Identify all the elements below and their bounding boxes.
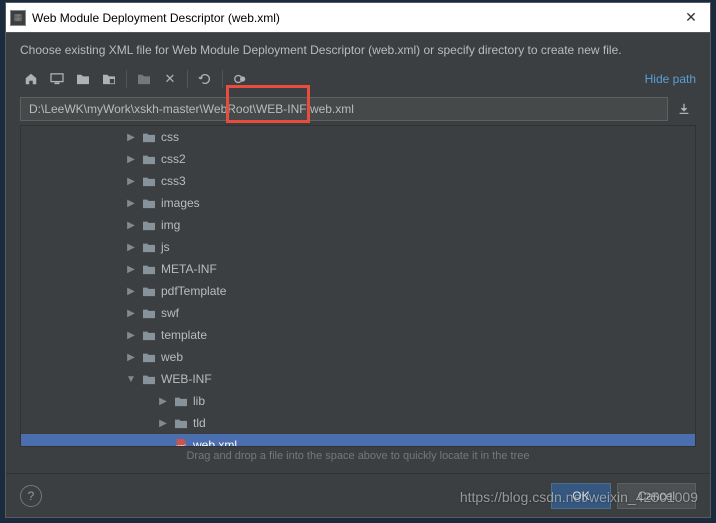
tree-item-label: tld xyxy=(193,416,206,430)
instruction-text: Choose existing XML file for Web Module … xyxy=(20,43,696,57)
tree-item-label: swf xyxy=(161,306,179,320)
path-input[interactable] xyxy=(20,97,668,121)
tree-item-label: img xyxy=(161,218,180,232)
tree-item-label: web.xml xyxy=(193,438,237,447)
save-path-icon[interactable] xyxy=(672,97,696,121)
expand-icon[interactable]: ▶ xyxy=(125,198,137,209)
tree-item[interactable]: xml web.xml xyxy=(21,434,695,447)
tree-item[interactable]: ▶ pdfTemplate xyxy=(21,280,695,302)
window-title: Web Module Deployment Descriptor (web.xm… xyxy=(32,11,676,25)
expand-icon[interactable]: ▶ xyxy=(125,242,137,253)
tree-item-label: css3 xyxy=(161,174,186,188)
file-tree[interactable]: ▶ css ▶ css2 ▶ css3 ▶ images ▶ img ▶ js ▶ META-INF ▶ pd… xyxy=(20,125,696,447)
tree-item-label: pdfTemplate xyxy=(161,284,226,298)
separator xyxy=(222,70,223,88)
tree-item-label: css xyxy=(161,130,179,144)
separator xyxy=(126,70,127,88)
folder-icon xyxy=(141,218,157,232)
show-hidden-icon[interactable] xyxy=(229,68,251,90)
drag-drop-hint: Drag and drop a file into the space abov… xyxy=(20,447,696,465)
footer: ? OK Cancel xyxy=(6,473,710,517)
home-icon[interactable] xyxy=(20,68,42,90)
tree-item[interactable]: ▶ img xyxy=(21,214,695,236)
tree-item[interactable]: ▶ template xyxy=(21,324,695,346)
tree-item[interactable]: ▶ css3 xyxy=(21,170,695,192)
desktop-icon[interactable] xyxy=(46,68,68,90)
delete-icon[interactable]: ✕ xyxy=(159,68,181,90)
tree-item-label: lib xyxy=(193,394,205,408)
collapse-icon[interactable]: ▼ xyxy=(125,374,137,385)
xml-file-icon: xml xyxy=(173,438,189,447)
folder-icon xyxy=(141,306,157,320)
app-icon: ▦ xyxy=(10,10,26,26)
help-button[interactable]: ? xyxy=(20,485,42,507)
tree-item-label: js xyxy=(161,240,170,254)
tree-item[interactable]: ▶ css xyxy=(21,126,695,148)
expand-icon[interactable]: ▶ xyxy=(125,132,137,143)
folder-icon xyxy=(141,174,157,188)
folder-icon xyxy=(141,350,157,364)
ok-button[interactable]: OK xyxy=(551,483,610,509)
cancel-button[interactable]: Cancel xyxy=(617,483,696,509)
folder-icon xyxy=(141,262,157,276)
path-row xyxy=(20,97,696,121)
folder-icon xyxy=(141,196,157,210)
tree-item[interactable]: ▶ js xyxy=(21,236,695,258)
expand-icon[interactable]: ▶ xyxy=(125,220,137,231)
tree-item[interactable]: ▶ images xyxy=(21,192,695,214)
toolbar: ✕ Hide path xyxy=(20,67,696,91)
expand-icon[interactable]: ▶ xyxy=(157,418,169,429)
tree-item[interactable]: ▼ WEB-INF xyxy=(21,368,695,390)
folder-icon xyxy=(141,152,157,166)
tree-item-label: META-INF xyxy=(161,262,217,276)
svg-text:xml: xml xyxy=(176,444,186,448)
expand-icon[interactable]: ▶ xyxy=(157,396,169,407)
tree-item-label: css2 xyxy=(161,152,186,166)
tree-item-label: web xyxy=(161,350,183,364)
folder-icon xyxy=(141,284,157,298)
folder-icon xyxy=(141,130,157,144)
tree-item-label: template xyxy=(161,328,207,342)
project-icon[interactable] xyxy=(72,68,94,90)
tree-item-label: images xyxy=(161,196,200,210)
tree-item[interactable]: ▶ swf xyxy=(21,302,695,324)
tree-item[interactable]: ▶ lib xyxy=(21,390,695,412)
titlebar: ▦ Web Module Deployment Descriptor (web.… xyxy=(6,3,710,33)
tree-item[interactable]: ▶ META-INF xyxy=(21,258,695,280)
expand-icon[interactable]: ▶ xyxy=(125,286,137,297)
expand-icon[interactable]: ▶ xyxy=(125,330,137,341)
expand-icon[interactable]: ▶ xyxy=(125,352,137,363)
expand-icon[interactable]: ▶ xyxy=(125,308,137,319)
dialog: ▦ Web Module Deployment Descriptor (web.… xyxy=(5,2,711,518)
tree-item[interactable]: ▶ css2 xyxy=(21,148,695,170)
folder-icon xyxy=(173,394,189,408)
tree-item[interactable]: ▶ tld xyxy=(21,412,695,434)
new-folder-icon[interactable] xyxy=(133,68,155,90)
folder-icon xyxy=(141,328,157,342)
content-area: Choose existing XML file for Web Module … xyxy=(6,33,710,473)
folder-icon xyxy=(141,372,157,386)
refresh-icon[interactable] xyxy=(194,68,216,90)
folder-icon xyxy=(173,416,189,430)
expand-icon[interactable]: ▶ xyxy=(125,264,137,275)
expand-icon[interactable]: ▶ xyxy=(125,176,137,187)
module-icon[interactable] xyxy=(98,68,120,90)
hide-path-link[interactable]: Hide path xyxy=(645,72,696,86)
tree-item[interactable]: ▶ web xyxy=(21,346,695,368)
expand-icon[interactable]: ▶ xyxy=(125,154,137,165)
separator xyxy=(187,70,188,88)
tree-item-label: WEB-INF xyxy=(161,372,212,386)
folder-icon xyxy=(141,240,157,254)
close-button[interactable]: ✕ xyxy=(676,4,706,32)
